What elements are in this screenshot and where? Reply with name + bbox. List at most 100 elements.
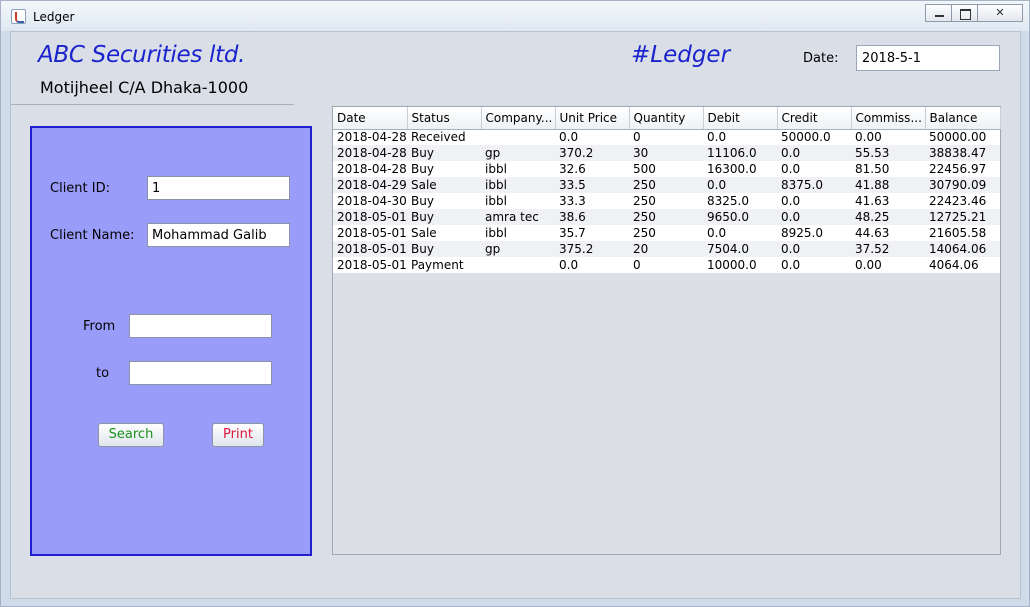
table-cell: 0.0: [703, 129, 777, 145]
table-cell: ibbl: [481, 177, 555, 193]
table-cell: gp: [481, 145, 555, 161]
table-cell: 2018-05-01: [333, 225, 407, 241]
table-body: 2018-04-28 Received 0.0 0 0.0 50000.0 0.00 5000…: [333, 129, 1000, 273]
table-cell: 0.0: [777, 209, 851, 225]
table-cell: 44.63: [851, 225, 925, 241]
header-divider: [11, 104, 294, 105]
column-header[interactable]: Unit Price: [555, 107, 630, 130]
table-cell: 11106.0: [703, 145, 777, 161]
close-button[interactable]: ✕: [977, 4, 1023, 22]
column-header[interactable]: Quantity: [629, 107, 704, 130]
table-cell: 250: [629, 225, 703, 241]
table-cell: 30: [629, 145, 703, 161]
table-cell: 10000.0: [703, 257, 777, 273]
table-cell: Buy: [407, 145, 481, 161]
search-button[interactable]: Search: [98, 423, 164, 447]
date-label: Date:: [803, 51, 839, 66]
column-header[interactable]: Commiss...: [851, 107, 926, 130]
column-header[interactable]: Company...: [481, 107, 556, 130]
table-cell: 250: [629, 177, 703, 193]
client-id-field[interactable]: [147, 176, 290, 200]
table-cell: 375.2: [555, 241, 629, 257]
table-cell: ibbl: [481, 193, 555, 209]
table-row[interactable]: 2018-05-01 Buy amra tec 38.6 250 9650.0 0.0 48.…: [333, 209, 1000, 225]
column-header[interactable]: Credit: [777, 107, 852, 130]
table-row[interactable]: 2018-05-01 Sale ibbl 35.7 250 0.0 8925.0 44.63 2…: [333, 225, 1000, 241]
column-header[interactable]: Debit: [703, 107, 778, 130]
close-icon: ✕: [995, 6, 1005, 19]
table-cell: Buy: [407, 209, 481, 225]
column-header[interactable]: Status: [407, 107, 482, 130]
table-header: Date Status Company... Unit Price Quantity De…: [333, 107, 1001, 130]
print-button[interactable]: Print: [212, 423, 264, 447]
table-cell: 0.0: [703, 225, 777, 241]
table-cell: 500: [629, 161, 703, 177]
title-bar[interactable]: Ledger ✕: [1, 1, 1029, 31]
table-cell: 0.0: [777, 241, 851, 257]
client-filter-panel: Client ID: Client Name: From to Search P…: [30, 126, 312, 556]
to-date-field[interactable]: [129, 361, 272, 385]
table-cell: 0.00: [851, 129, 925, 145]
from-label: From: [83, 319, 116, 334]
table-row[interactable]: 2018-05-01 Payment 0.0 0 10000.0 0.0 0.00 4064.…: [333, 257, 1000, 273]
from-date-field[interactable]: [129, 314, 272, 338]
column-header[interactable]: Balance: [925, 107, 1001, 130]
table-cell: Sale: [407, 177, 481, 193]
table-cell: 2018-04-28: [333, 145, 407, 161]
company-name: ABC Securities ltd.: [38, 42, 246, 68]
table-cell: 2018-05-01: [333, 241, 407, 257]
table-cell: 0: [629, 129, 703, 145]
table-cell: 30790.09: [925, 177, 1000, 193]
table-cell: 0.0: [777, 145, 851, 161]
main-content: ABC Securities ltd. Motijheel C/A Dhaka-…: [10, 31, 1021, 599]
table-cell: ibbl: [481, 161, 555, 177]
table-cell: 14064.06: [925, 241, 1000, 257]
table-cell: 33.3: [555, 193, 629, 209]
table-cell: 38.6: [555, 209, 629, 225]
table-cell: 0.0: [777, 161, 851, 177]
table-cell: gp: [481, 241, 555, 257]
column-header[interactable]: Date: [333, 107, 408, 130]
table-row[interactable]: 2018-04-28 Buy ibbl 32.6 500 16300.0 0.0 81.50 2…: [333, 161, 1000, 177]
table-cell: 55.53: [851, 145, 925, 161]
table-row[interactable]: 2018-04-29 Sale ibbl 33.5 250 0.0 8375.0 41.88 3…: [333, 177, 1000, 193]
maximize-button[interactable]: [951, 4, 978, 22]
table-cell: 250: [629, 209, 703, 225]
to-label: to: [96, 366, 110, 381]
table-cell: Buy: [407, 241, 481, 257]
table-cell: 0: [629, 257, 703, 273]
date-field[interactable]: [856, 45, 1000, 71]
company-address: Motijheel C/A Dhaka-1000: [40, 78, 249, 97]
table-cell: amra tec: [481, 209, 555, 225]
table-row[interactable]: 2018-04-30 Buy ibbl 33.3 250 8325.0 0.0 41.63 22…: [333, 193, 1000, 209]
table-row[interactable]: 2018-04-28 Buy gp 370.2 30 11106.0 0.0 55.53 388…: [333, 145, 1000, 161]
table-cell: 0.0: [777, 257, 851, 273]
table-cell: 0.0: [777, 193, 851, 209]
table-cell: 8325.0: [703, 193, 777, 209]
table-cell: 16300.0: [703, 161, 777, 177]
table-cell: 0.0: [703, 177, 777, 193]
table-cell: 2018-04-28: [333, 129, 407, 145]
window-controls: ✕: [925, 4, 1023, 22]
table-cell: 2018-04-28: [333, 161, 407, 177]
table-cell: 8375.0: [777, 177, 851, 193]
table-cell: 2018-05-01: [333, 257, 407, 273]
table-cell: 0.0: [555, 129, 629, 145]
table-cell: 2018-04-30: [333, 193, 407, 209]
table-cell: 48.25: [851, 209, 925, 225]
window-title: Ledger: [33, 10, 75, 24]
client-name-field[interactable]: [147, 223, 290, 247]
table-cell: [481, 129, 555, 145]
table-cell: 22423.46: [925, 193, 1000, 209]
table-row[interactable]: 2018-04-28 Received 0.0 0 0.0 50000.0 0.00 5000…: [333, 129, 1000, 145]
ledger-window: Ledger ✕ ABC Securities ltd. Motijheel C…: [0, 0, 1030, 607]
ledger-table-area[interactable]: Date Status Company... Unit Price Quantity De…: [332, 106, 1001, 555]
java-app-icon[interactable]: [11, 9, 26, 24]
minimize-button[interactable]: [925, 4, 952, 22]
table-cell: 50000.00: [925, 129, 1000, 145]
table-cell: Buy: [407, 193, 481, 209]
table-cell: 7504.0: [703, 241, 777, 257]
table-cell: 9650.0: [703, 209, 777, 225]
table-cell: 81.50: [851, 161, 925, 177]
table-row[interactable]: 2018-05-01 Buy gp 375.2 20 7504.0 0.0 37.52 1406…: [333, 241, 1000, 257]
